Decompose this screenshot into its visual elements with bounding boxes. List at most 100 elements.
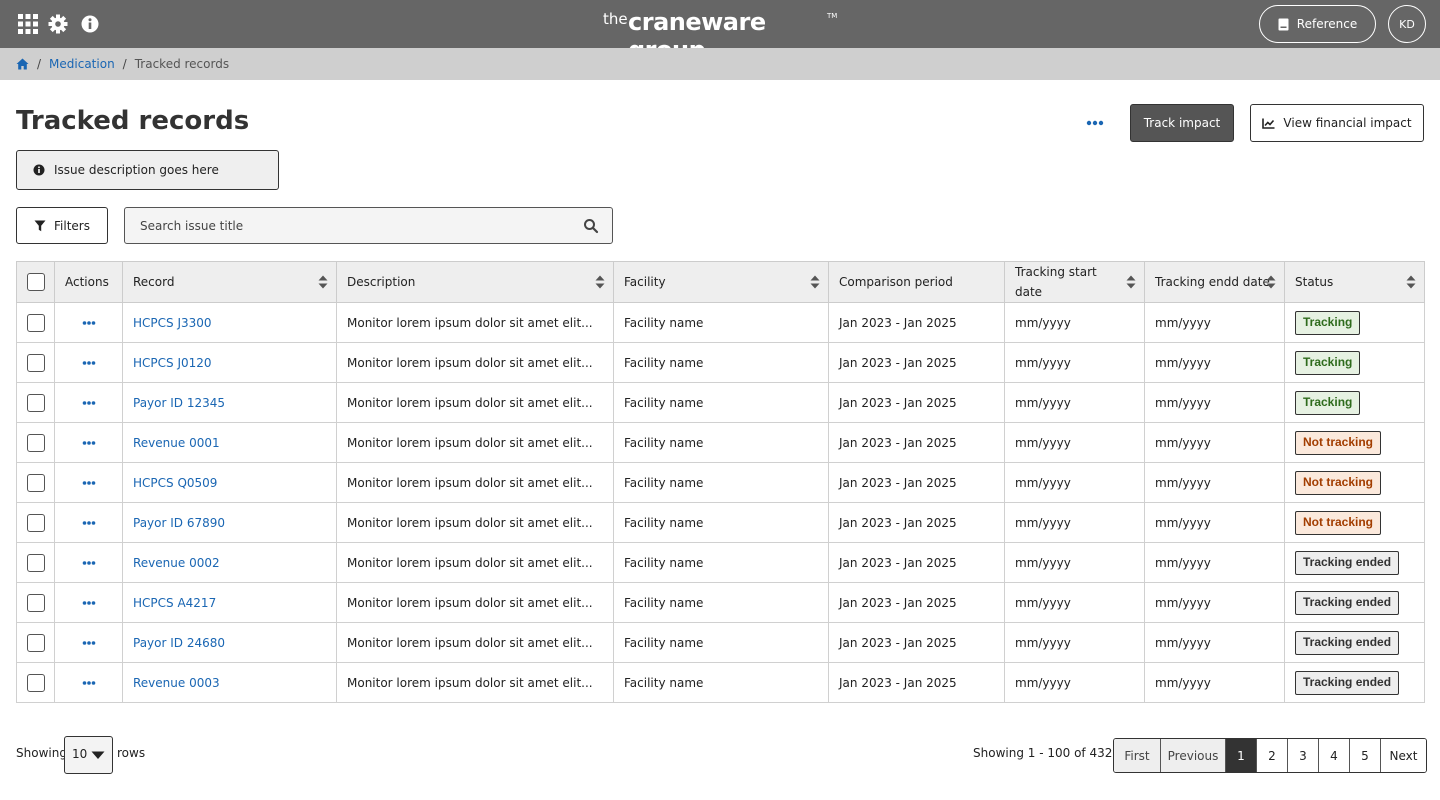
track-impact-button[interactable]: Track impact [1130,104,1234,142]
row-checkbox[interactable] [26,513,45,532]
pagination-first-button[interactable]: First [1114,739,1161,772]
record-link[interactable]: HCPCS J3300 [133,316,212,330]
rows-per-page-select[interactable]: 10 [64,736,113,774]
row-checkbox[interactable] [26,393,45,412]
pagination-page-3[interactable]: 3 [1288,739,1319,772]
info-icon[interactable] [78,12,102,36]
row-select-cell [16,462,55,503]
row-checkbox[interactable] [26,313,45,332]
select-all-checkbox[interactable] [26,273,45,291]
record-link[interactable]: Payor ID 24680 [133,636,225,650]
search-input[interactable] [140,217,560,235]
facility-cell: Facility name [613,302,829,343]
table-row: HCPCS J3300 Monitor lorem ipsum dolor si… [16,302,1425,343]
column-header-record[interactable]: Record [122,261,337,303]
sort-icon[interactable] [1126,275,1136,289]
record-link[interactable]: Revenue 0001 [133,436,220,450]
facility-cell: Facility name [613,422,829,463]
row-more-icon[interactable] [82,400,96,406]
issue-description-banner: Issue description goes here [16,150,279,190]
row-checkbox[interactable] [26,593,45,612]
row-more-icon[interactable] [82,360,96,366]
row-checkbox[interactable] [26,473,45,492]
status-badge: Tracking ended [1295,630,1400,655]
sort-icon[interactable] [1406,275,1416,289]
row-more-icon[interactable] [82,440,96,446]
tracking-end-cell: mm/yyyy [1144,462,1285,503]
pagination-next-button[interactable]: Next [1381,739,1426,772]
tracking-end-cell: mm/yyyy [1144,582,1285,623]
sort-icon[interactable] [595,275,605,289]
row-actions-cell [54,342,123,383]
record-cell: Revenue 0002 [122,542,337,583]
record-link[interactable]: Revenue 0003 [133,676,220,690]
status-badge: Tracking [1295,390,1361,415]
comparison-period-cell: Jan 2023 - Jan 2025 [828,622,1005,663]
pagination-page-1[interactable]: 1 [1226,739,1257,772]
search-icon[interactable] [583,218,599,234]
record-link[interactable]: HCPCS Q0509 [133,476,217,490]
row-more-icon[interactable] [82,680,96,686]
user-avatar[interactable]: KD [1388,5,1426,43]
column-header-facility[interactable]: Facility [613,261,829,303]
facility-cell: Facility name [613,582,829,623]
table-row: HCPCS A4217 Monitor lorem ipsum dolor si… [16,582,1425,623]
tracking-start-cell: mm/yyyy [1004,542,1145,583]
column-header-description[interactable]: Description [336,261,614,303]
pagination-page-5[interactable]: 5 [1350,739,1381,772]
tracking-start-cell: mm/yyyy [1004,582,1145,623]
sort-icon[interactable] [1266,275,1276,289]
apps-grid-icon[interactable] [16,12,40,36]
top-navigation-bar: the craneware group TM Reference KD [0,0,1440,64]
row-more-icon[interactable] [82,640,96,646]
pagination-page-2[interactable]: 2 [1257,739,1288,772]
tracking-start-cell: mm/yyyy [1004,422,1145,463]
filters-button[interactable]: Filters [16,207,108,244]
pagination-page-4[interactable]: 4 [1319,739,1350,772]
craneware-logo[interactable]: the craneware group TM [600,8,840,64]
filters-button-label: Filters [54,218,90,233]
row-more-icon[interactable] [82,480,96,486]
column-header-tracking-start[interactable]: Tracking start date [1004,261,1145,303]
column-header-comparison-period: Comparison period [828,261,1005,303]
sort-icon[interactable] [318,275,328,289]
status-badge: Not tracking [1295,430,1382,455]
record-link[interactable]: Payor ID 12345 [133,396,225,410]
record-link[interactable]: Payor ID 67890 [133,516,225,530]
row-more-icon[interactable] [82,600,96,606]
row-checkbox[interactable] [26,433,45,452]
reference-button[interactable]: Reference [1259,5,1376,43]
facility-cell: Facility name [613,542,829,583]
column-header-tracking-end[interactable]: Tracking endd date [1144,261,1285,303]
status-badge: Tracking [1295,350,1361,375]
sort-icon[interactable] [810,275,820,289]
row-checkbox[interactable] [26,633,45,652]
reference-button-label: Reference [1296,17,1358,31]
description-cell: Monitor lorem ipsum dolor sit amet elit.… [336,342,614,383]
status-cell: Not tracking [1284,422,1425,463]
row-more-icon[interactable] [82,560,96,566]
description-cell: Monitor lorem ipsum dolor sit amet elit.… [336,502,614,543]
row-checkbox[interactable] [26,553,45,572]
pagination-previous-button[interactable]: Previous [1161,739,1226,772]
record-cell: Payor ID 67890 [122,502,337,543]
row-more-icon[interactable] [82,520,96,526]
column-header-status[interactable]: Status [1284,261,1425,303]
search-box [124,207,613,244]
record-link[interactable]: HCPCS A4217 [133,596,216,610]
row-more-icon[interactable] [82,320,96,326]
breadcrumb-medication-link[interactable]: Medication [49,57,115,71]
pagination: First Previous 1 2 3 4 5 Next [1113,738,1427,773]
more-options-icon[interactable] [1084,114,1106,132]
column-label: Status [1295,275,1334,289]
record-cell: HCPCS J3300 [122,302,337,343]
home-icon[interactable] [16,58,29,70]
record-cell: Payor ID 24680 [122,622,337,663]
gear-icon[interactable] [46,12,70,36]
record-link[interactable]: HCPCS J0120 [133,356,212,370]
record-link[interactable]: Revenue 0002 [133,556,220,570]
row-checkbox[interactable] [26,353,45,372]
view-financial-impact-button[interactable]: View financial impact [1250,104,1424,142]
row-checkbox[interactable] [26,673,45,692]
column-label: Facility [624,275,666,289]
